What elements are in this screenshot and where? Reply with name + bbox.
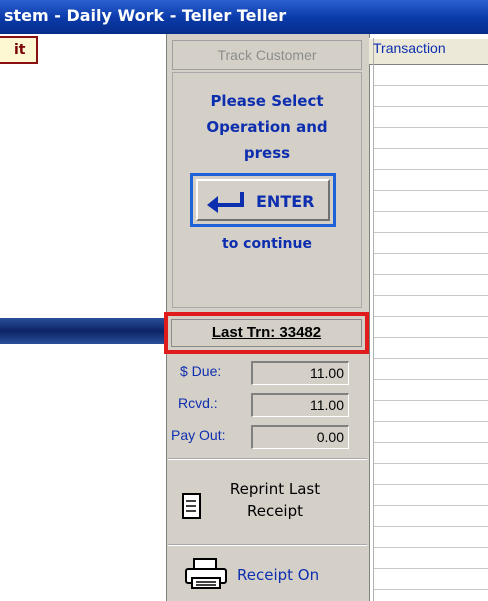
table-row[interactable] (374, 527, 488, 548)
table-row[interactable] (374, 443, 488, 464)
table-row[interactable] (374, 128, 488, 149)
table-row[interactable] (374, 191, 488, 212)
receipt-on-toggle[interactable]: Receipt On (237, 566, 319, 584)
table-row[interactable] (374, 107, 488, 128)
table-row[interactable] (374, 506, 488, 527)
table-row[interactable] (374, 275, 488, 296)
table-row[interactable] (374, 485, 488, 506)
enter-button[interactable]: ENTER (190, 173, 336, 227)
separator (168, 458, 367, 460)
grid-rows (374, 65, 488, 601)
selected-row-bar[interactable] (0, 318, 166, 344)
separator (168, 544, 367, 546)
enter-button-face: ENTER (196, 179, 330, 221)
window-title: stem - Daily Work - Teller Teller (4, 6, 287, 25)
table-row[interactable] (374, 65, 488, 86)
track-customer-button[interactable]: Track Customer (172, 40, 362, 70)
due-label: $ Due: (180, 363, 222, 379)
table-row[interactable] (374, 317, 488, 338)
payout-field[interactable]: 0.00 (251, 425, 349, 449)
table-row[interactable] (374, 338, 488, 359)
track-customer-label: Track Customer (217, 47, 317, 63)
last-transaction-label: Last Trn: 33482 (171, 319, 362, 347)
table-row[interactable] (374, 149, 488, 170)
reprint-line-2: Receipt (246, 502, 304, 520)
rcvd-field[interactable]: 11.00 (251, 393, 349, 417)
instruction-line-3: press (243, 144, 291, 162)
table-row[interactable] (374, 212, 488, 233)
table-row[interactable] (374, 254, 488, 275)
table-row[interactable] (374, 401, 488, 422)
table-row[interactable] (374, 233, 488, 254)
printer-icon[interactable] (184, 558, 228, 590)
last-transaction-highlight[interactable]: Last Trn: 33482 (164, 312, 369, 354)
reprint-last-receipt-button[interactable]: Reprint Last Receipt (210, 478, 340, 522)
table-row[interactable] (374, 359, 488, 380)
rcvd-label: Rcvd.: (178, 395, 218, 411)
continue-text: to continue (222, 236, 312, 252)
enter-arrow-icon (207, 192, 244, 213)
document-icon[interactable] (182, 492, 202, 520)
payout-label: Pay Out: (171, 427, 226, 443)
table-row[interactable] (374, 296, 488, 317)
exit-button[interactable]: it (0, 36, 38, 64)
grid-header-transaction[interactable]: Transaction (373, 40, 446, 56)
table-row[interactable] (374, 422, 488, 443)
table-row[interactable] (374, 380, 488, 401)
table-row[interactable] (374, 170, 488, 191)
due-field[interactable]: 11.00 (251, 361, 349, 385)
table-row[interactable] (374, 86, 488, 107)
table-row[interactable] (374, 569, 488, 590)
instruction-line-1: Please Select (210, 92, 324, 110)
reprint-line-1: Reprint Last (229, 480, 321, 498)
window-titlebar: stem - Daily Work - Teller Teller (0, 0, 488, 34)
enter-button-label: ENTER (256, 192, 315, 211)
table-row[interactable] (374, 464, 488, 485)
exit-button-label: it (14, 42, 26, 58)
instruction-line-2: Operation and (206, 118, 328, 136)
table-row[interactable] (374, 548, 488, 569)
